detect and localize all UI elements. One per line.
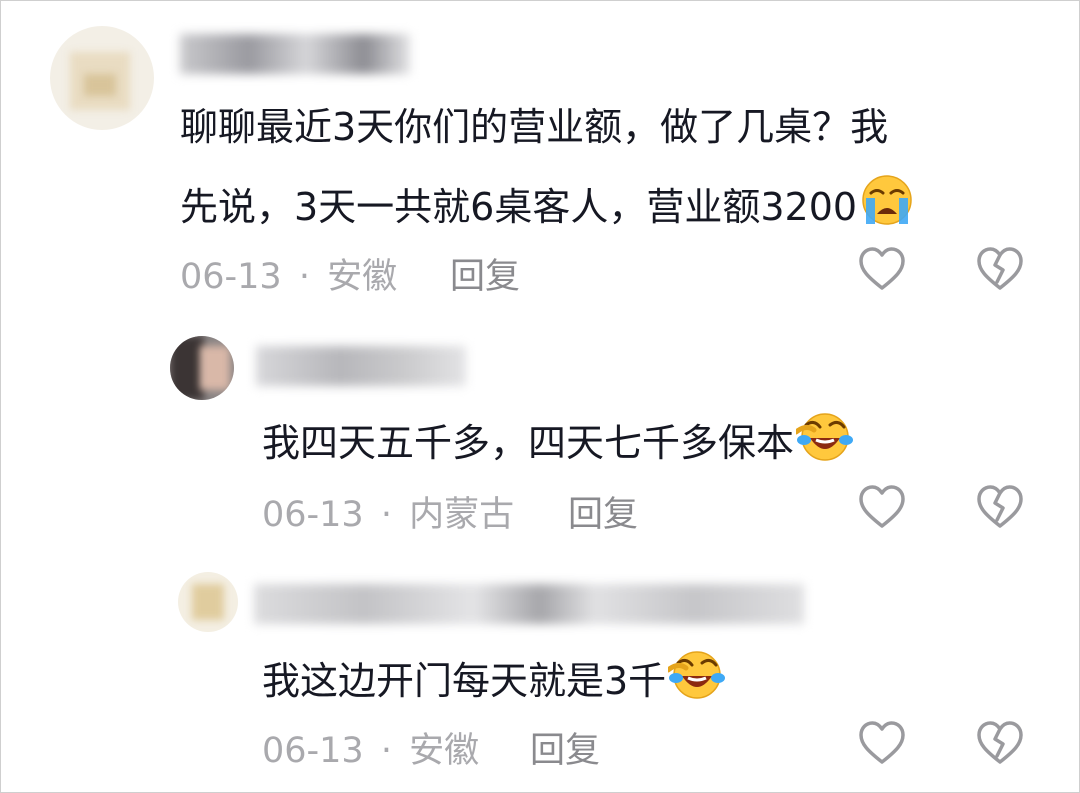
heart-outline-icon[interactable] — [858, 246, 906, 292]
meta-separator: · — [380, 495, 392, 535]
comment-text-segment: 先说，3天一共就6桌客人，营业额3200 — [180, 185, 858, 229]
comment-location: 安徽 — [327, 257, 398, 297]
comment-date: 06-13 — [262, 731, 364, 771]
comment-text: 我四天五千多，四天七千多保本 — [262, 410, 854, 470]
comment-meta: 06-13 · 内蒙古 — [262, 486, 514, 537]
comment-text: 我这边开门每天就是3千 — [262, 648, 726, 708]
comment-text-line: 聊聊最近3天你们的营业额，做了几桌？我 — [180, 105, 889, 149]
comment-meta: 06-13 · 安徽 — [262, 722, 479, 773]
heart-outline-icon[interactable] — [858, 484, 906, 530]
comment-text-line: 先说，3天一共就6桌客人，营业额3200 — [180, 174, 915, 234]
rolling-laughing-emoji-icon — [668, 651, 726, 699]
avatar[interactable] — [170, 336, 234, 400]
comment-meta: 06-13 · 安徽 — [180, 248, 397, 299]
comment-date: 06-13 — [262, 495, 364, 535]
reply-button[interactable]: 回复 — [450, 248, 520, 299]
avatar[interactable] — [50, 26, 154, 130]
meta-separator: · — [380, 731, 392, 771]
loudly-crying-emoji-icon — [862, 175, 912, 225]
reply-button[interactable]: 回复 — [530, 722, 600, 773]
heart-outline-icon[interactable] — [858, 720, 906, 766]
username-blurred[interactable] — [254, 584, 804, 624]
comment-location: 内蒙古 — [409, 495, 515, 535]
broken-heart-icon[interactable] — [976, 246, 1024, 292]
username-blurred[interactable] — [256, 346, 466, 386]
meta-separator: · — [298, 257, 310, 297]
avatar[interactable] — [178, 572, 238, 632]
reply-button[interactable]: 回复 — [568, 486, 638, 537]
comment-text-segment: 我这边开门每天就是3千 — [262, 659, 667, 703]
username-blurred[interactable] — [180, 34, 410, 74]
comment-text-segment: 我四天五千多，四天七千多保本 — [262, 421, 795, 465]
comment-location: 安徽 — [409, 731, 480, 771]
rolling-laughing-emoji-icon — [796, 413, 854, 461]
broken-heart-icon[interactable] — [976, 484, 1024, 530]
comment-date: 06-13 — [180, 257, 282, 297]
broken-heart-icon[interactable] — [976, 720, 1024, 766]
